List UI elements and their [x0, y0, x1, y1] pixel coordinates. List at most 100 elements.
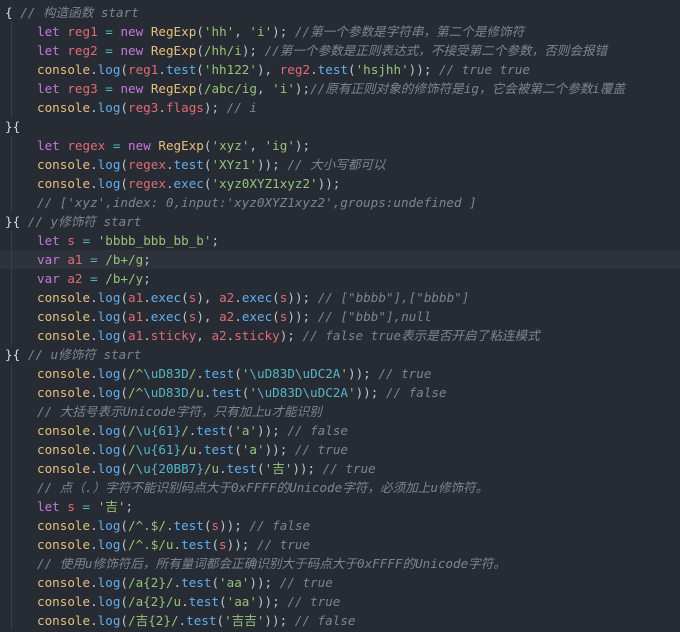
code-line[interactable]: console.log(/^.$/u.test(s)); // true — [0, 535, 680, 554]
escape-token: \uD83D\uDC2A — [256, 385, 348, 400]
code-line[interactable]: var a2 = /b+/y; — [0, 269, 680, 288]
regex-token: /^ — [128, 366, 144, 381]
indent-guide — [11, 421, 12, 440]
indent-guide — [11, 535, 12, 554]
code-line[interactable]: console.log(/a{2}/.test('aa')); // true — [0, 573, 680, 592]
punctuation-token — [90, 233, 98, 248]
code-line[interactable]: var a1 = /b+/g; — [0, 250, 680, 269]
code-line[interactable]: console.log(regex.test('XYz1')); // 大小写都… — [0, 155, 680, 174]
code-line[interactable]: let reg1 = new RegExp('hh', 'i'); //第一个参… — [0, 22, 680, 41]
brace-token: { — [5, 5, 13, 20]
console-token: console — [37, 423, 91, 438]
code-editor[interactable]: { // 构造函数 start let reg1 = new RegExp('hh… — [0, 0, 680, 632]
indent-guide — [11, 402, 12, 421]
code-line[interactable]: console.log(regex.exec('xyz0XYZ1xyz2')); — [0, 174, 680, 193]
method-token: log — [97, 62, 121, 77]
comment-token: // i — [226, 100, 257, 115]
code-line[interactable]: console.log(/^.$/.test(s)); // false — [0, 516, 680, 535]
code-line[interactable]: console.log(reg1.test('hh122'), reg2.tes… — [0, 60, 680, 79]
punctuation-token — [431, 62, 439, 77]
method-token: log — [97, 461, 121, 476]
code-line[interactable]: // 点（.）字符不能识别码点大于0xFFFF的Unicode字符，必须加上u修… — [0, 478, 680, 497]
code-line[interactable]: console.log(/吉{2}/.test('吉吉')); // false — [0, 611, 680, 630]
code-line[interactable]: console.log(/^\uD83D/.test('\uD83D\uDC2A… — [0, 364, 680, 383]
console-token: console — [37, 309, 91, 324]
identifier-token: sticky — [150, 328, 197, 343]
keyword-token: let — [37, 138, 60, 153]
operator-token: = — [105, 43, 113, 58]
punctuation-token: . — [219, 461, 227, 476]
code-line[interactable]: console.log(a1.exec(s), a2.exec(s)); // … — [0, 288, 680, 307]
code-line[interactable]: console.log(a1.sticky, a2.sticky); // fa… — [0, 326, 680, 345]
code-line[interactable]: // 大括号表示Unicode字符，只有加上u才能识别 — [0, 402, 680, 421]
punctuation-token: ( — [120, 594, 129, 609]
punctuation-token: ); — [279, 328, 295, 343]
identifier-token: s — [67, 499, 75, 514]
code-line[interactable]: let reg2 = new RegExp(/hh/i); //第一个参数是正则… — [0, 41, 680, 60]
code-line[interactable]: console.log(/a{2}/u.test('aa')); // true — [0, 592, 680, 611]
code-line[interactable]: let s = '吉'; — [0, 497, 680, 516]
code-line[interactable]: console.log(/^\uD83D/u.test('\uD83D\uDC2… — [0, 383, 680, 402]
punctuation-token — [75, 499, 83, 514]
code-line[interactable]: let regex = new RegExp('xyz', 'ig'); — [0, 136, 680, 155]
punctuation-token: ); — [203, 100, 220, 115]
punctuation-token: . — [90, 461, 98, 476]
code-line[interactable]: { // 构造函数 start — [0, 3, 680, 22]
punctuation-token: . — [234, 309, 242, 324]
indent-guide — [11, 60, 12, 79]
punctuation-token — [310, 309, 318, 324]
identifier-token: flags — [165, 100, 204, 115]
indent-guide — [11, 307, 12, 326]
code-line[interactable]: console.log(a1.exec(s), a2.exec(s)); // … — [0, 307, 680, 326]
code-line[interactable]: // ['xyz',index: 0,input:'xyz0XYZ1xyz2',… — [0, 193, 680, 212]
indent-guide — [11, 459, 12, 478]
punctuation-token: )); — [256, 594, 280, 609]
punctuation-token: ( — [256, 461, 265, 476]
punctuation-token: ; — [211, 233, 220, 248]
indent-guide — [11, 155, 12, 174]
identifier-token: reg3 — [67, 81, 98, 96]
keyword-token: new — [120, 81, 144, 96]
comment-token: // y修饰符 start — [27, 214, 142, 229]
punctuation-token: . — [310, 62, 318, 77]
code-line[interactable]: console.log(/\u{20BB7}/u.test('吉')); // … — [0, 459, 680, 478]
code-line[interactable]: }{ // y修饰符 start — [0, 212, 680, 231]
punctuation-token: . — [90, 176, 98, 191]
code-line[interactable]: }{ // u修饰符 start — [0, 345, 680, 364]
code-line[interactable]: console.log(/\u{61}/u.test('a')); // tru… — [0, 440, 680, 459]
code-line[interactable]: let reg3 = new RegExp(/abc/ig, 'i');//原有… — [0, 79, 680, 98]
indent-guide — [11, 136, 12, 155]
indent-guide — [11, 288, 12, 307]
punctuation-token: )); — [256, 157, 280, 172]
keyword-token: var — [37, 271, 60, 286]
punctuation-token: ; — [143, 271, 151, 286]
code-line[interactable]: let s = 'bbbb_bbb_bb_b'; — [0, 231, 680, 250]
string-token: 'a' — [234, 423, 257, 438]
punctuation-token: , — [234, 24, 250, 39]
punctuation-token: )); — [348, 366, 371, 381]
code-line[interactable]: // 使用u修饰符后，所有量词都会正确识别大于码点大于0xFFFF的Unicod… — [0, 554, 680, 573]
string-token: '吉' — [97, 499, 126, 514]
string-token: 'xyz0XYZ1xyz2' — [211, 176, 318, 191]
operator-token: = — [90, 271, 98, 286]
code-line[interactable]: console.log(/\u{61}/.test('a')); // fals… — [0, 421, 680, 440]
punctuation-token: ), — [256, 62, 280, 77]
code-line[interactable]: }{ — [0, 117, 680, 136]
code-line[interactable]: console.log(reg3.flags); // i — [0, 98, 680, 117]
punctuation-token: ( — [219, 594, 227, 609]
method-token: test — [196, 423, 227, 438]
comment-token: // false — [294, 613, 356, 628]
punctuation-token: ( — [120, 157, 129, 172]
keyword-token: var — [37, 252, 60, 267]
regex-token: /^.$/ — [128, 518, 166, 533]
brace-token: }{ — [5, 214, 21, 229]
comment-token: // true — [322, 461, 376, 476]
method-token: test — [173, 157, 204, 172]
punctuation-token: . — [158, 62, 166, 77]
punctuation-token: )); — [287, 309, 311, 324]
punctuation-token: . — [143, 328, 151, 343]
method-token: exec — [241, 290, 273, 305]
escape-token: \uD83D\uDC2A — [249, 366, 341, 381]
punctuation-token: ( — [120, 328, 129, 343]
punctuation-token: ; — [125, 499, 134, 514]
